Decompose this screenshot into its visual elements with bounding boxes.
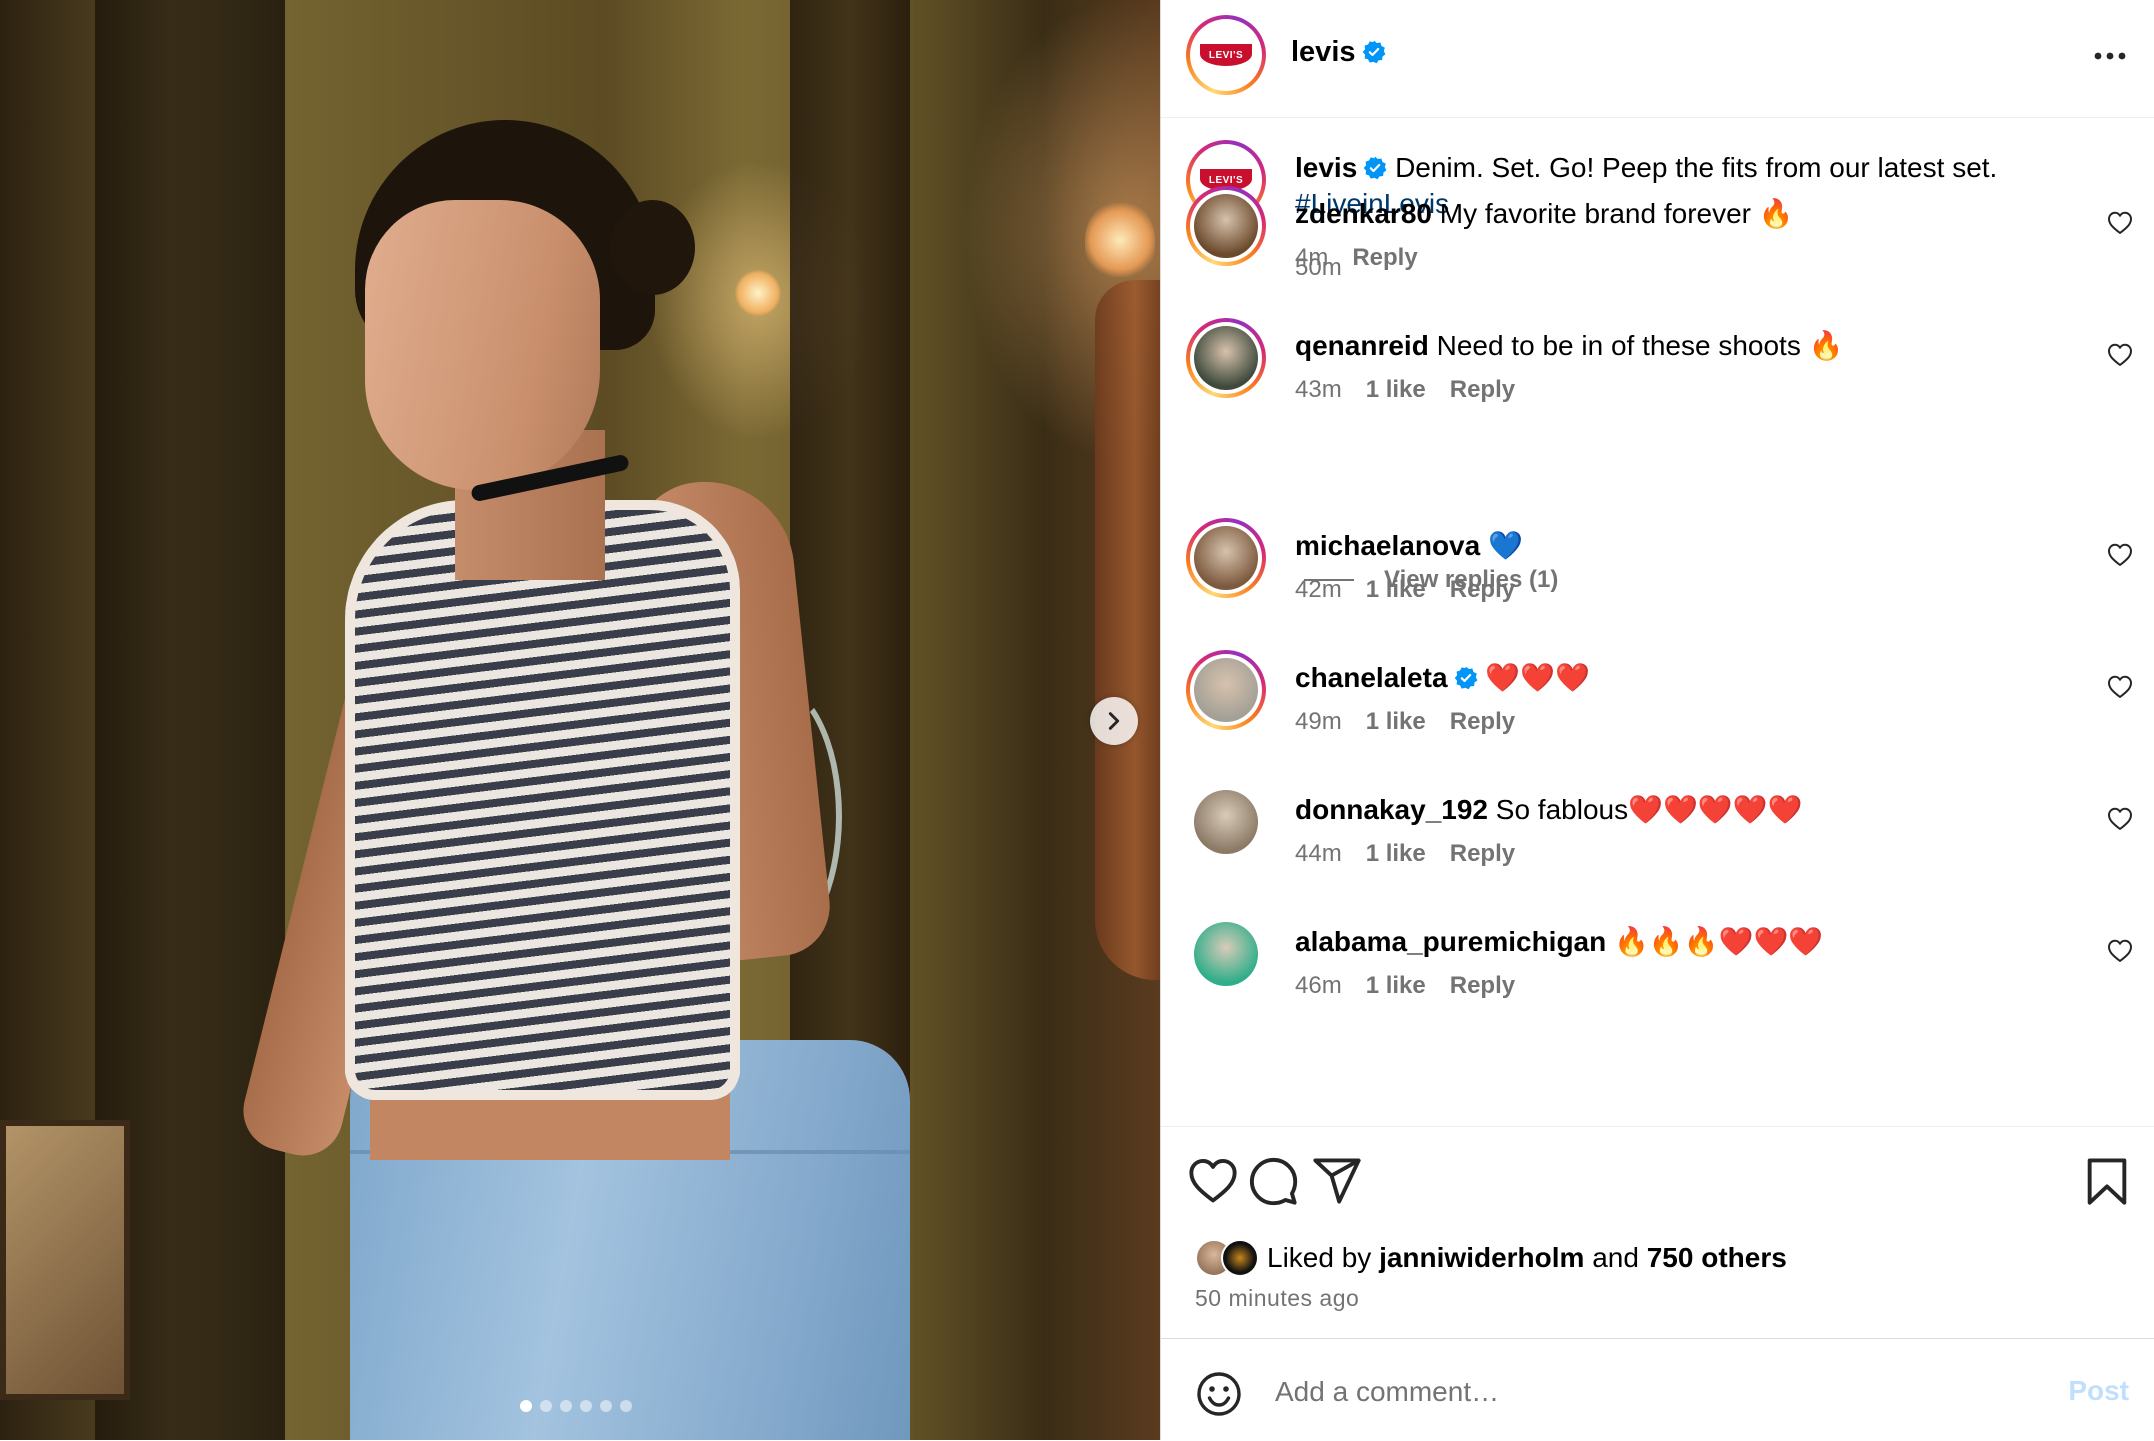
author-username[interactable]: levis bbox=[1291, 36, 1386, 69]
comment-like-heart-icon[interactable] bbox=[2107, 342, 2133, 368]
bookmark-icon[interactable] bbox=[2081, 1155, 2133, 1207]
comment-body: ❤️❤️❤️ bbox=[1485, 662, 1590, 693]
verified-badge-icon bbox=[1362, 40, 1385, 64]
verified-badge-icon bbox=[1454, 666, 1477, 690]
share-icon[interactable] bbox=[1311, 1155, 1363, 1207]
comment-username[interactable]: chanelaleta bbox=[1295, 662, 1448, 693]
comment-time: 44m bbox=[1295, 840, 1342, 867]
commenter-avatar[interactable] bbox=[1194, 790, 1258, 854]
comment-time: 46m bbox=[1295, 972, 1342, 999]
comment-likes[interactable]: 1 like bbox=[1366, 708, 1426, 736]
chevron-right-icon bbox=[1108, 712, 1120, 730]
comment-like-heart-icon[interactable] bbox=[2107, 542, 2133, 568]
comment-body: My favorite brand forever 🔥 bbox=[1439, 198, 1794, 229]
more-options-icon bbox=[2094, 52, 2126, 60]
reply-button[interactable]: Reply bbox=[1450, 376, 1515, 404]
caption-username[interactable]: levis bbox=[1295, 152, 1357, 183]
author-avatar[interactable]: LEVI'S bbox=[1186, 15, 1266, 95]
more-options-button[interactable] bbox=[2085, 36, 2135, 76]
comment-meta: 42m 1 like Reply bbox=[1295, 576, 1515, 604]
carousel-dot bbox=[600, 1400, 612, 1412]
reply-button[interactable]: Reply bbox=[1352, 244, 1417, 272]
liker-avatar bbox=[1221, 1239, 1259, 1277]
comment-meta: 49m 1 like Reply bbox=[1295, 708, 1515, 736]
comment-icon[interactable] bbox=[1247, 1155, 1299, 1207]
carousel-dots bbox=[520, 1400, 632, 1412]
likes-count[interactable]: 750 others bbox=[1647, 1242, 1787, 1273]
carousel-dot bbox=[620, 1400, 632, 1412]
comments-list[interactable]: LEVI'S levis Denim. Set. Go! Peep the fi… bbox=[1161, 118, 2154, 1126]
comment-time: 49m bbox=[1295, 708, 1342, 735]
carousel-dot bbox=[560, 1400, 572, 1412]
comment-text: chanelaleta ❤️❤️❤️ bbox=[1295, 660, 2055, 696]
photo-person-midriff bbox=[370, 1090, 730, 1160]
commenter-avatar[interactable] bbox=[1194, 922, 1258, 986]
verified-badge-icon bbox=[1364, 156, 1387, 180]
comment-likes[interactable]: 1 like bbox=[1366, 376, 1426, 404]
comment-body: 🔥🔥🔥❤️❤️❤️ bbox=[1614, 926, 1824, 957]
comment-body: Need to be in of these shoots 🔥 bbox=[1436, 330, 1844, 361]
reply-button[interactable]: Reply bbox=[1450, 840, 1515, 868]
emoji-icon[interactable] bbox=[1195, 1370, 1243, 1418]
comment-text: qenanreid Need to be in of these shoots … bbox=[1295, 328, 2055, 364]
comment-time: 42m bbox=[1295, 576, 1342, 603]
post-header: LEVI'S levis bbox=[1161, 0, 2154, 118]
post-actions: Liked by janniwiderholm and 750 others 5… bbox=[1161, 1126, 2154, 1339]
photo-lamp-right bbox=[1085, 200, 1155, 280]
comment-meta: 4m Reply bbox=[1295, 244, 1418, 272]
commenter-avatar[interactable] bbox=[1186, 318, 1266, 398]
reply-button[interactable]: Reply bbox=[1450, 576, 1515, 604]
comment-like-heart-icon[interactable] bbox=[2107, 938, 2133, 964]
comment-like-heart-icon[interactable] bbox=[2107, 674, 2133, 700]
reply-button[interactable]: Reply bbox=[1450, 708, 1515, 736]
comment-meta: 46m 1 like Reply bbox=[1295, 972, 1515, 1000]
comment-like-heart-icon[interactable] bbox=[2107, 210, 2133, 236]
comment-body: 💙 bbox=[1487, 530, 1523, 561]
comment-time: 43m bbox=[1295, 376, 1342, 403]
comment-likes[interactable]: 1 like bbox=[1366, 840, 1426, 868]
carousel-next-button[interactable] bbox=[1090, 697, 1138, 745]
commenter-avatar[interactable] bbox=[1186, 650, 1266, 730]
comment-like-heart-icon[interactable] bbox=[2107, 806, 2133, 832]
liker-username[interactable]: janniwiderholm bbox=[1379, 1242, 1584, 1273]
comment-text: alabama_puremichigan 🔥🔥🔥❤️❤️❤️ bbox=[1295, 924, 2055, 960]
carousel-dot bbox=[520, 1400, 532, 1412]
comment-username[interactable]: donnakay_192 bbox=[1295, 794, 1488, 825]
likes-summary: Liked by janniwiderholm and 750 others bbox=[1195, 1239, 1787, 1277]
carousel-dot bbox=[540, 1400, 552, 1412]
photo-person-face bbox=[365, 200, 600, 490]
photo-person-striped-top bbox=[345, 500, 740, 1100]
carousel-dot bbox=[580, 1400, 592, 1412]
reply-button[interactable]: Reply bbox=[1450, 972, 1515, 1000]
comment-username[interactable]: zdenkar80 bbox=[1295, 198, 1432, 229]
photo-person-bun bbox=[610, 200, 695, 295]
commenter-avatar[interactable] bbox=[1186, 186, 1266, 266]
photo-second-person-hair bbox=[1095, 280, 1160, 980]
comment-username[interactable]: michaelanova bbox=[1295, 530, 1480, 561]
comment-meta: 43m 1 like Reply bbox=[1295, 376, 1515, 404]
post-side-panel: LEVI'S levis LEVI'S levis Denim. Set. Go… bbox=[1160, 0, 2154, 1440]
comment-text: zdenkar80 My favorite brand forever 🔥 bbox=[1295, 196, 2055, 232]
comment-input[interactable] bbox=[1273, 1364, 1977, 1420]
photo-lamp bbox=[735, 270, 781, 316]
comment-username[interactable]: qenanreid bbox=[1295, 330, 1429, 361]
comment-body: So fablous❤️❤️❤️❤️❤️ bbox=[1495, 794, 1803, 825]
comment-username[interactable]: alabama_puremichigan bbox=[1295, 926, 1606, 957]
heart-icon[interactable] bbox=[1187, 1155, 1239, 1207]
caption-body: Denim. Set. Go! Peep the fits from our l… bbox=[1395, 152, 1998, 183]
comment-likes[interactable]: 1 like bbox=[1366, 576, 1426, 604]
post-comment-button[interactable]: Post bbox=[2068, 1375, 2129, 1407]
levis-logo: LEVI'S bbox=[1200, 44, 1252, 66]
likes-text: Liked by janniwiderholm and 750 others bbox=[1267, 1242, 1787, 1273]
comment-text: donnakay_192 So fablous❤️❤️❤️❤️❤️ bbox=[1295, 792, 2055, 828]
comment-likes[interactable]: 1 like bbox=[1366, 972, 1426, 1000]
add-comment-bar: Post bbox=[1161, 1338, 2154, 1441]
post-photo[interactable] bbox=[0, 0, 1160, 1440]
comment-time: 4m bbox=[1295, 244, 1329, 271]
post-time-ago[interactable]: 50 minutes ago bbox=[1195, 1285, 1359, 1312]
comment-text: michaelanova 💙 bbox=[1295, 528, 2055, 564]
commenter-avatar[interactable] bbox=[1186, 518, 1266, 598]
comment-meta: 44m 1 like Reply bbox=[1295, 840, 1515, 868]
photo-wall-frame bbox=[0, 1120, 130, 1400]
